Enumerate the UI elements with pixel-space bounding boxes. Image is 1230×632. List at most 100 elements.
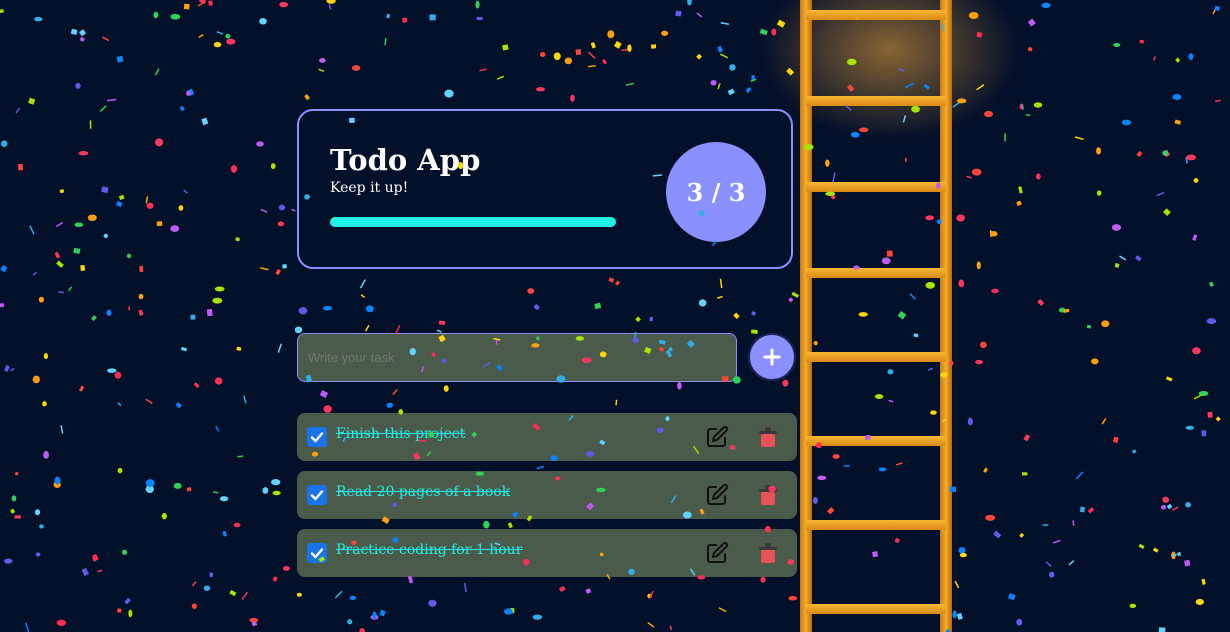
confetti-piece bbox=[294, 326, 303, 334]
confetti-piece bbox=[1052, 539, 1061, 544]
confetti-piece bbox=[116, 608, 122, 613]
confetti-piece bbox=[117, 402, 122, 407]
confetti-piece bbox=[351, 65, 361, 71]
confetti-piece bbox=[180, 346, 188, 352]
confetti-piece bbox=[971, 168, 982, 176]
confetti-piece bbox=[1027, 47, 1033, 52]
confetti-piece bbox=[370, 614, 379, 620]
confetti-piece bbox=[272, 490, 281, 496]
edit-task-button[interactable] bbox=[705, 483, 729, 507]
confetti-piece bbox=[128, 609, 133, 618]
delete-task-button[interactable] bbox=[757, 483, 779, 507]
confetti-piece bbox=[993, 530, 1002, 539]
confetti-piece bbox=[687, 0, 692, 6]
edit-task-button[interactable] bbox=[705, 541, 729, 565]
confetti-piece bbox=[1068, 560, 1075, 566]
confetti-piece bbox=[788, 297, 794, 303]
confetti-piece bbox=[1019, 532, 1025, 538]
confetti-piece bbox=[209, 572, 214, 577]
confetti-piece bbox=[74, 222, 84, 228]
confetti-piece bbox=[191, 581, 197, 587]
confetti-piece bbox=[126, 253, 132, 259]
confetti-piece bbox=[1016, 618, 1023, 626]
confetti-piece bbox=[553, 52, 561, 61]
confetti-piece bbox=[594, 302, 602, 310]
task-text: Finish this project bbox=[336, 426, 466, 442]
confetti-piece bbox=[79, 385, 85, 392]
confetti-piece bbox=[91, 315, 97, 321]
checkmark-icon bbox=[310, 548, 324, 559]
confetti-piece bbox=[379, 609, 386, 617]
task-checkbox[interactable] bbox=[307, 543, 327, 563]
confetti-piece bbox=[760, 576, 766, 583]
ladder-rung bbox=[806, 268, 946, 278]
confetti-piece bbox=[675, 10, 682, 17]
confetti-piece bbox=[4, 558, 13, 564]
confetti-piece bbox=[1138, 543, 1145, 549]
confetti-piece bbox=[186, 487, 192, 492]
task-input[interactable] bbox=[297, 333, 737, 382]
confetti-piece bbox=[570, 94, 575, 102]
trash-icon bbox=[759, 427, 777, 447]
confetti-piece bbox=[976, 261, 981, 270]
delete-task-button[interactable] bbox=[757, 425, 779, 449]
confetti-piece bbox=[625, 82, 634, 86]
confetti-piece bbox=[1033, 102, 1043, 108]
confetti-piece bbox=[788, 596, 798, 601]
confetti-piece bbox=[349, 595, 357, 600]
confetti-piece bbox=[1193, 178, 1199, 183]
confetti-piece bbox=[58, 291, 65, 294]
task-counter: 3 / 3 bbox=[666, 142, 766, 242]
confetti-piece bbox=[751, 75, 755, 80]
add-task-button[interactable] bbox=[748, 333, 796, 381]
confetti-piece bbox=[719, 278, 723, 289]
confetti-piece bbox=[106, 98, 117, 102]
confetti-piece bbox=[79, 36, 85, 42]
confetti-piece bbox=[24, 622, 30, 632]
confetti-piece bbox=[154, 68, 160, 76]
task-checkbox[interactable] bbox=[307, 485, 327, 505]
delete-task-button[interactable] bbox=[757, 541, 779, 565]
edit-task-button[interactable] bbox=[705, 425, 729, 449]
confetti-piece bbox=[1075, 471, 1084, 480]
confetti-piece bbox=[29, 225, 35, 235]
confetti-piece bbox=[635, 316, 641, 323]
confetti-piece bbox=[35, 552, 41, 557]
confetti-piece bbox=[1121, 119, 1132, 126]
confetti-piece bbox=[187, 88, 195, 97]
confetti-piece bbox=[359, 279, 366, 289]
app-title: Todo App bbox=[330, 143, 481, 177]
confetti-piece bbox=[56, 619, 67, 626]
confetti-piece bbox=[1007, 593, 1016, 601]
confetti-piece bbox=[952, 610, 957, 619]
ladder-rail-right bbox=[940, 0, 952, 632]
confetti-piece bbox=[1016, 200, 1022, 207]
confetti-piece bbox=[277, 221, 285, 227]
confetti-piece bbox=[463, 582, 467, 593]
confetti-piece bbox=[0, 264, 8, 273]
confetti-piece bbox=[1027, 18, 1036, 27]
confetti-piece bbox=[237, 455, 244, 458]
confetti-piece bbox=[661, 30, 669, 36]
confetti-piece bbox=[115, 200, 123, 208]
confetti-piece bbox=[386, 402, 394, 408]
confetti-piece bbox=[1201, 578, 1206, 585]
confetti-piece bbox=[101, 186, 109, 194]
confetti-piece bbox=[985, 514, 996, 521]
confetti-piece bbox=[1037, 299, 1045, 307]
trash-icon bbox=[759, 543, 777, 563]
plus-icon bbox=[763, 348, 781, 366]
task-item: Finish this project bbox=[297, 413, 797, 461]
confetti-piece bbox=[1096, 190, 1102, 196]
confetti-piece bbox=[1158, 627, 1166, 632]
task-checkbox[interactable] bbox=[307, 427, 327, 447]
confetti-piece bbox=[1074, 136, 1084, 141]
confetti-piece bbox=[153, 11, 159, 19]
confetti-piece bbox=[364, 324, 370, 332]
edit-icon bbox=[707, 541, 729, 563]
confetti-piece bbox=[32, 375, 40, 384]
confetti-piece bbox=[60, 425, 64, 434]
confetti-piece bbox=[648, 590, 654, 600]
confetti-piece bbox=[990, 231, 998, 237]
confetti-piece bbox=[1101, 417, 1107, 425]
